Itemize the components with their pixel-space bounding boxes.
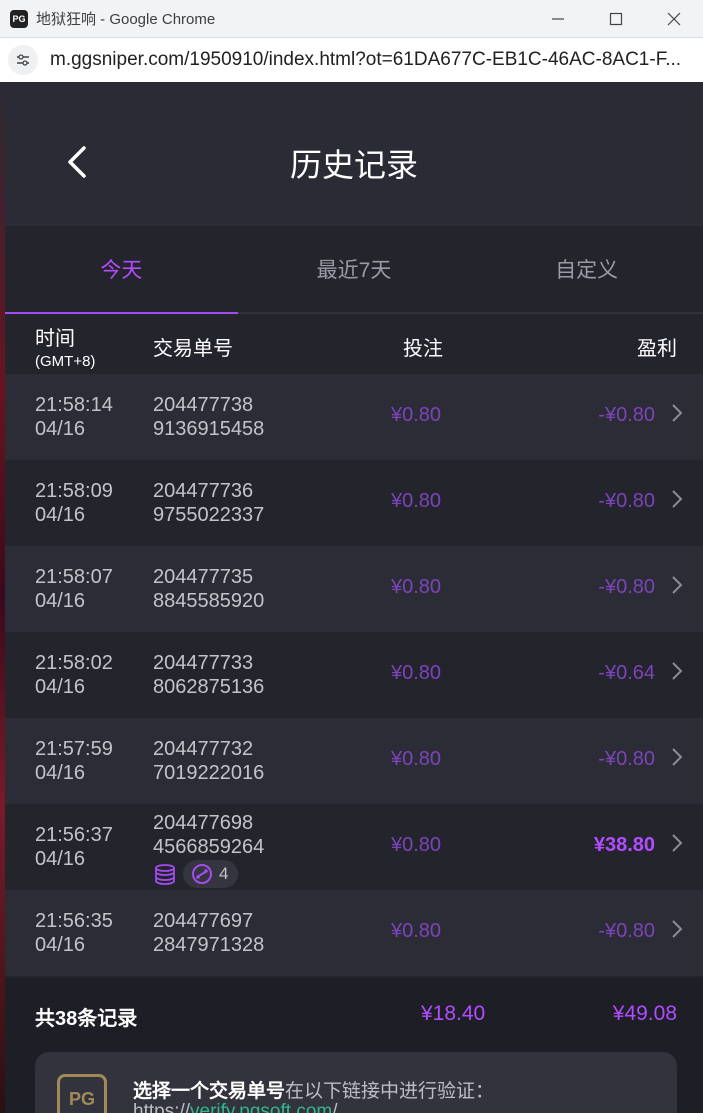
chevron-right-icon [671,574,683,602]
column-timezone: (GMT+8) [35,353,96,370]
verify-instruction: 选择一个交易单号在以下链接中进行验证： [133,1076,494,1103]
table-row[interactable]: 21:58:09 04/16 204477736 9755022337 ¥0.80 … [5,460,703,546]
row-bet: ¥0.80 [391,662,442,684]
coins-icon [153,862,179,886]
maximize-icon[interactable] [587,0,645,38]
tab-custom[interactable]: 自定义 [470,226,703,312]
close-icon[interactable] [645,0,703,38]
history-list: 21:58:14 04/16 204477738 9136915458 ¥0.80 … [5,374,703,976]
table-row[interactable]: 21:57:59 04/16 204477732 7019222016 ¥0.80 … [5,718,703,804]
free-spins-badge: 4 [183,860,239,888]
column-transaction: 交易单号 [153,338,233,360]
row-time: 21:56:37 04/16 [35,824,113,870]
row-bet: ¥0.80 [391,490,442,512]
verify-link-prefix: https:// [133,1101,191,1113]
row-profit: -¥0.80 [598,404,655,426]
history-page: 历史记录 今天 最近7天 自定义 时间 (GMT+8) 交易单号 投注 盈利 2… [5,82,703,1113]
verify-link[interactable]: https://verify.pgsoft.com/ [133,1101,338,1113]
table-row[interactable]: 21:58:07 04/16 204477735 8845585920 ¥0.80 … [5,546,703,632]
row-time: 21:58:09 04/16 [35,480,113,526]
total-bet: ¥18.40 [421,1002,486,1025]
tab-today[interactable]: 今天 [5,226,238,314]
row-profit: -¥0.80 [598,576,655,598]
verify-instruction-rest: 在以下链接中进行验证： [285,1081,495,1102]
tab-last-7-days[interactable]: 最近7天 [238,226,471,312]
row-profit: -¥0.64 [598,662,655,684]
column-profit: 盈利 [637,338,677,360]
page-title: 历史记录 [289,147,418,183]
row-transaction-id: 204477732 7019222016 [153,738,265,784]
column-time-label: 时间 [35,328,75,350]
row-bet: ¥0.80 [391,404,442,426]
date-range-tabs: 今天 最近7天 自定义 [5,226,703,314]
favicon-icon: PG [10,9,28,28]
row-bet: ¥0.80 [391,748,442,770]
row-profit: -¥0.80 [598,748,655,770]
row-transaction-id: 204477733 8062875136 [153,652,265,698]
chevron-right-icon [671,660,683,688]
row-time: 21:56:35 04/16 [35,910,113,956]
verify-instruction-strong: 选择一个交易单号 [133,1081,286,1102]
total-profit: ¥49.08 [612,1002,677,1025]
site-settings-icon[interactable] [8,45,38,75]
chevron-right-icon [671,746,683,774]
verify-card: PG 选择一个交易单号在以下链接中进行验证： https://verify.pg… [35,1052,677,1113]
address-bar: m.ggsniper.com/1950910/index.html?ot=61D… [0,38,703,82]
column-time: 时间 (GMT+8) [35,322,95,370]
row-bet: ¥0.80 [391,576,442,598]
chevron-right-icon [671,918,683,946]
row-time: 21:58:07 04/16 [35,566,113,612]
table-header: 时间 (GMT+8) 交易单号 投注 盈利 [5,314,703,374]
row-transaction-id: 204477697 2847971328 [153,910,265,956]
free-spin-icon [192,864,212,884]
page-header: 历史记录 [5,82,703,226]
row-profit: -¥0.80 [598,920,655,942]
verify-link-domain[interactable]: verify.pgsoft.com [190,1101,332,1113]
row-transaction-id: 204477735 8845585920 [153,566,265,612]
row-transaction-id: 204477736 9755022337 [153,480,265,526]
row-bet: ¥0.80 [391,834,442,856]
row-bet: ¥0.80 [391,920,442,942]
summary-bar: 共38条记录 ¥18.40 ¥49.08 [5,978,703,1048]
table-row[interactable]: 21:58:14 04/16 204477738 9136915458 ¥0.80 … [5,374,703,460]
window-controls [529,0,703,38]
row-time: 21:58:02 04/16 [35,652,113,698]
chevron-right-icon [671,832,683,860]
row-profit: -¥0.80 [598,490,655,512]
table-row[interactable]: 21:56:35 04/16 204477697 2847971328 ¥0.80 … [5,890,703,976]
table-row[interactable]: 21:58:02 04/16 204477733 8062875136 ¥0.80 … [5,632,703,718]
minimize-icon[interactable] [529,0,587,38]
row-badges: 4 [153,860,239,888]
row-profit: ¥38.80 [593,834,655,856]
verify-link-suffix: / [332,1101,338,1113]
window-title: 地狱狂响 - Google Chrome [36,11,216,28]
free-spins-count: 4 [219,864,229,883]
column-bet: 投注 [403,338,443,360]
row-transaction-id: 204477738 9136915458 [153,394,265,440]
table-row[interactable]: 21:56:37 04/16 204477698 4566859264 4 ¥0.8… [5,804,703,890]
browser-title-bar: PG 地狱狂响 - Google Chrome [0,0,703,38]
chevron-right-icon [671,402,683,430]
record-count: 共38条记录 [35,1008,138,1030]
url-field[interactable]: m.ggsniper.com/1950910/index.html?ot=61D… [50,49,690,71]
chevron-right-icon [671,488,683,516]
row-time: 21:58:14 04/16 [35,394,113,440]
row-time: 21:57:59 04/16 [35,738,113,784]
pg-logo-icon: PG [57,1074,107,1113]
row-transaction-id: 204477698 4566859264 [153,812,265,858]
